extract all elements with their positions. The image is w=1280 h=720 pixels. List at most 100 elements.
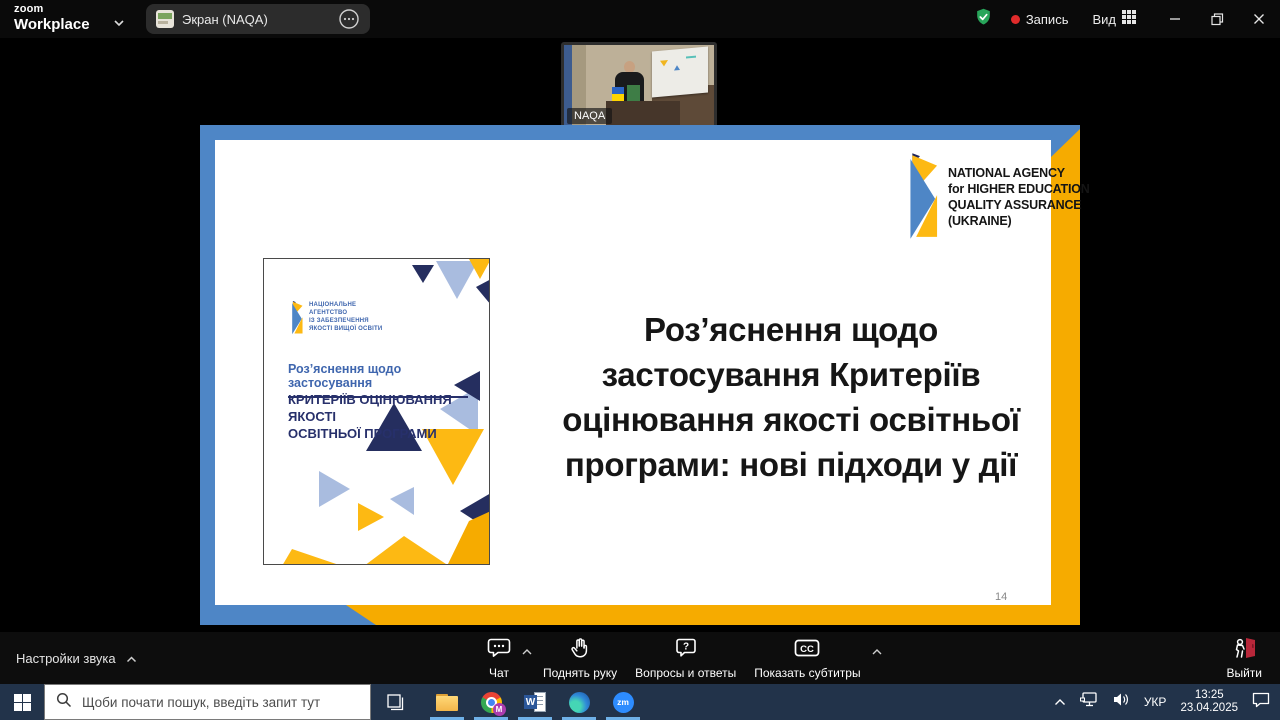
slide-title-line: програми: нові підходи у дії	[548, 442, 1034, 487]
leave-door-icon	[1232, 637, 1256, 664]
video-podium	[606, 101, 680, 127]
chevron-up-icon[interactable]	[126, 651, 137, 666]
recording-label: Запись	[1026, 12, 1069, 27]
shared-screen-tab[interactable]: Экран (NAQA)	[146, 4, 370, 34]
window-controls	[1154, 0, 1280, 38]
chat-button[interactable]: Чат	[478, 637, 520, 680]
file-explorer-taskbar-button[interactable]	[425, 684, 469, 720]
task-view-button[interactable]	[375, 684, 415, 720]
raise-hand-label: Поднять руку	[543, 666, 617, 680]
cover-title: КРИТЕРІЇВ ОЦІНЮВАННЯ ЯКОСТІ ОСВІТНЬОЇ ПР…	[288, 391, 478, 442]
file-explorer-icon	[436, 694, 458, 711]
green-flag	[627, 85, 640, 101]
meeting-stage: NAQA	[0, 38, 1280, 632]
hidden-icons-chevron-icon[interactable]	[1054, 693, 1066, 711]
slide-title: Роз’яснення щодо застосування Критеріїв …	[548, 307, 1034, 487]
cover-title-line2: ОСВІТНЬОЇ ПРОГРАМИ	[288, 425, 478, 442]
slide-title-line: застосування Критеріїв	[548, 352, 1034, 397]
action-center-icon[interactable]	[1252, 692, 1270, 713]
closed-captions-icon: CC	[794, 637, 820, 664]
cover-org-line: ІЗ ЗАБЕЗПЕЧЕННЯ	[309, 317, 382, 325]
chrome-taskbar-button[interactable]: M	[469, 684, 513, 720]
raise-hand-button[interactable]: Поднять руку	[534, 637, 626, 680]
grid-view-icon	[1122, 10, 1136, 29]
video-projection-screen	[652, 47, 708, 98]
word-taskbar-button[interactable]: W	[513, 684, 557, 720]
search-placeholder-text: Щоби почати пошук, введіть запит тут	[82, 695, 320, 710]
chevron-down-icon[interactable]	[113, 14, 125, 32]
agency-text-line: NATIONAL AGENCY	[948, 165, 1090, 181]
more-options-icon[interactable]	[338, 8, 360, 30]
brand-workplace: Workplace	[14, 17, 90, 32]
audio-settings-label: Настройки звука	[16, 651, 116, 666]
security-shield-icon[interactable]	[974, 7, 993, 32]
cover-org-line: ЯКОСТІ ВИЩОЇ ОСВІТИ	[309, 325, 382, 333]
network-icon[interactable]	[1080, 692, 1099, 712]
participant-name-badge: NAQA	[567, 108, 612, 124]
search-icon	[56, 692, 72, 713]
edge-taskbar-button[interactable]	[557, 684, 601, 720]
chat-chevron-up-icon[interactable]	[520, 642, 534, 660]
gmail-badge-icon: M	[493, 703, 506, 716]
taskbar-search-box[interactable]: Щоби почати пошук, введіть запит тут	[44, 684, 371, 720]
naqa-logo-glyph-small	[288, 301, 303, 335]
speaker-icon[interactable]	[1113, 692, 1130, 712]
speaker-video-thumbnail[interactable]: NAQA	[561, 42, 717, 130]
slide-page-number: 14	[995, 591, 1007, 603]
chrome-icon: M	[481, 692, 502, 713]
naqa-logo-glyph	[900, 153, 938, 241]
captions-chevron-up-icon[interactable]	[870, 642, 884, 660]
restore-button[interactable]	[1196, 0, 1238, 38]
video-scene: NAQA	[564, 45, 714, 127]
cover-title-line1: КРИТЕРІЇВ ОЦІНЮВАННЯ ЯКОСТІ	[288, 391, 478, 425]
cover-org-line: АГЕНТСТВО	[309, 309, 382, 317]
question-bubble-icon: ?	[674, 637, 698, 664]
task-view-icon	[387, 694, 404, 711]
clock-time: 13:25	[1180, 689, 1238, 702]
qa-label: Вопросы и ответы	[635, 666, 736, 680]
svg-text:?: ?	[683, 641, 689, 652]
minimize-button[interactable]	[1154, 0, 1196, 38]
chat-label: Чат	[489, 666, 509, 680]
shared-screen-tab-label: Экран (NAQA)	[182, 12, 330, 27]
audio-settings-button[interactable]: Настройки звука	[16, 632, 137, 684]
raised-hand-icon	[569, 637, 591, 664]
view-button[interactable]: Вид	[1092, 10, 1136, 29]
clock-date: 23.04.2025	[1180, 702, 1238, 715]
shared-screen-thumbnail-icon	[156, 10, 174, 28]
zoom-taskbar-button[interactable]: zm	[601, 684, 645, 720]
recording-indicator[interactable]: Запись	[1011, 12, 1069, 27]
agency-text-line: (UKRAINE)	[948, 213, 1090, 229]
document-cover: НАЦІОНАЛЬНЕ АГЕНТСТВО ІЗ ЗАБЕЗПЕЧЕННЯ ЯК…	[263, 258, 490, 565]
zoom-app-icon: zm	[613, 692, 634, 713]
system-tray: УКР 13:25 23.04.2025	[1054, 684, 1280, 720]
agency-text-line: for HIGHER EDUCATION	[948, 181, 1090, 197]
cover-naqa-logo: НАЦІОНАЛЬНЕ АГЕНТСТВО ІЗ ЗАБЕЗПЕЧЕННЯ ЯК…	[288, 301, 382, 335]
zoom-workplace-logo: zoom Workplace	[14, 4, 90, 32]
titlebar-right-controls: Запись Вид	[974, 0, 1280, 38]
windows-taskbar: Щоби почати пошук, введіть запит тут M W	[0, 684, 1280, 720]
close-button[interactable]	[1238, 0, 1280, 38]
edge-icon	[569, 692, 590, 713]
toolbar-center-buttons: Чат Поднять руку ? Вопросы и ответы CC	[478, 632, 884, 684]
svg-text:CC: CC	[801, 644, 815, 655]
slide-title-line: Роз’яснення щодо	[548, 307, 1034, 352]
qa-button[interactable]: ? Вопросы и ответы	[626, 637, 745, 680]
naqa-agency-logo: NATIONAL AGENCY for HIGHER EDUCATION QUA…	[900, 153, 1090, 241]
language-indicator[interactable]: УКР	[1144, 695, 1167, 709]
recording-dot-icon	[1011, 15, 1020, 24]
cover-org-line: НАЦІОНАЛЬНЕ	[309, 301, 382, 309]
ukraine-flag	[612, 87, 624, 101]
start-button[interactable]	[0, 684, 44, 720]
clock[interactable]: 13:25 23.04.2025	[1180, 689, 1238, 715]
zoom-titlebar: zoom Workplace Экран (NAQA) Запись Вид	[0, 0, 1280, 38]
captions-button[interactable]: CC Показать субтитры	[745, 637, 869, 680]
leave-label: Выйти	[1226, 666, 1262, 680]
leave-meeting-button[interactable]: Выйти	[1226, 632, 1262, 684]
view-label: Вид	[1092, 12, 1116, 27]
word-icon: W	[524, 692, 546, 712]
agency-text-line: QUALITY ASSURANCE	[948, 197, 1090, 213]
zoom-toolbar: Настройки звука Чат Поднять руку	[0, 632, 1280, 684]
brand-zoom: zoom	[14, 4, 90, 15]
chat-icon	[487, 637, 511, 664]
